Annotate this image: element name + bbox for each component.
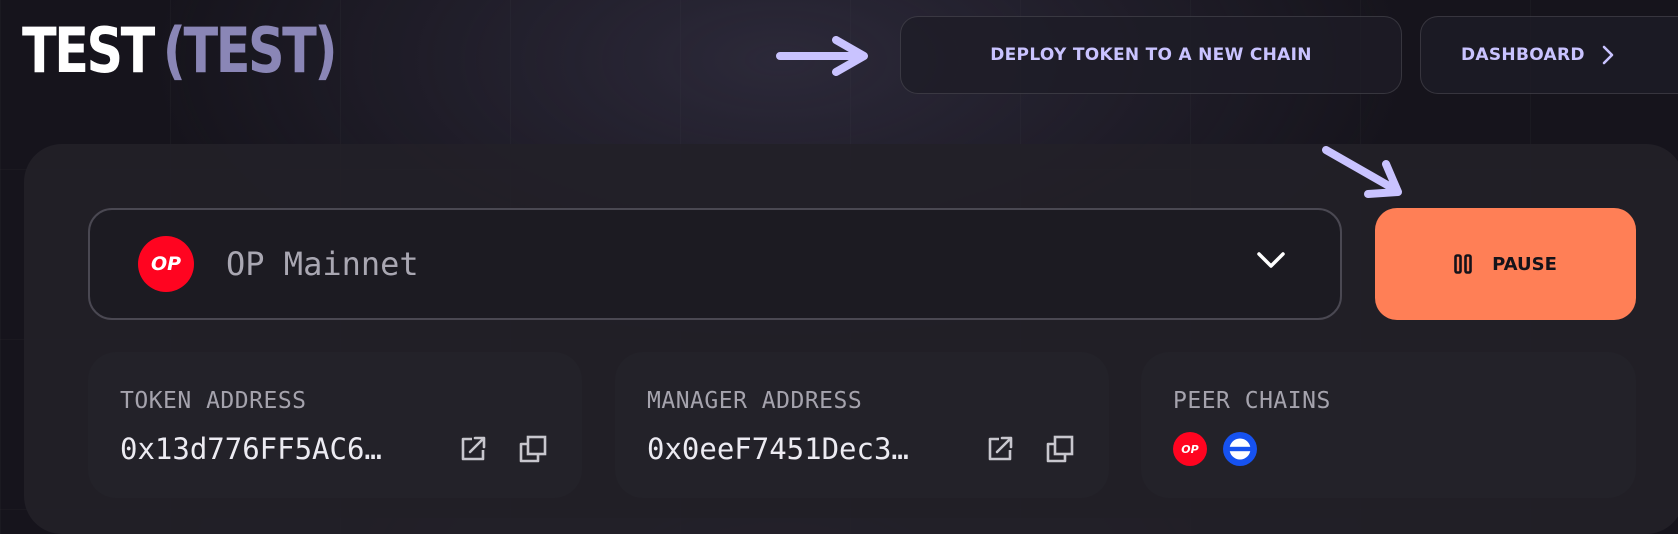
chevron-right-icon bbox=[1601, 44, 1615, 66]
token-name: TEST bbox=[22, 14, 155, 87]
arrow-down-right-icon bbox=[1322, 146, 1402, 198]
peer-chains-card: PEER CHAINS OP bbox=[1141, 352, 1636, 498]
token-title: TEST (TEST) bbox=[22, 14, 338, 88]
base-chain-icon[interactable] bbox=[1223, 432, 1257, 466]
external-link-icon[interactable] bbox=[456, 432, 490, 466]
dashboard-label: DASHBOARD bbox=[1461, 45, 1585, 65]
manager-address-value: 0x0eeF7451Dec3… bbox=[647, 432, 909, 466]
pause-icon bbox=[1454, 254, 1472, 274]
copy-icon[interactable] bbox=[1043, 432, 1077, 466]
chevron-down-icon bbox=[1256, 250, 1286, 274]
peer-chain-list: OP bbox=[1173, 432, 1636, 466]
copy-icon[interactable] bbox=[516, 432, 550, 466]
token-symbol: (TEST) bbox=[162, 14, 338, 87]
peer-chains-label: PEER CHAINS bbox=[1173, 388, 1331, 414]
dashboard-button[interactable]: DASHBOARD bbox=[1420, 16, 1678, 94]
arrow-right-icon bbox=[776, 36, 868, 76]
token-address-value: 0x13d776FF5AC6… bbox=[120, 432, 382, 466]
selected-chain-name: OP Mainnet bbox=[226, 245, 419, 283]
manager-address-card: MANAGER ADDRESS 0x0eeF7451Dec3… bbox=[615, 352, 1109, 498]
op-mainnet-icon[interactable]: OP bbox=[1173, 432, 1207, 466]
token-address-label: TOKEN ADDRESS bbox=[120, 388, 307, 414]
deploy-token-label: DEPLOY TOKEN TO A NEW CHAIN bbox=[990, 45, 1312, 65]
token-address-card: TOKEN ADDRESS 0x13d776FF5AC6… bbox=[88, 352, 582, 498]
deploy-token-button[interactable]: DEPLOY TOKEN TO A NEW CHAIN bbox=[900, 16, 1402, 94]
external-link-icon[interactable] bbox=[983, 432, 1017, 466]
op-mainnet-icon: OP bbox=[138, 236, 194, 292]
manager-address-label: MANAGER ADDRESS bbox=[647, 388, 863, 414]
pause-button[interactable]: PAUSE bbox=[1375, 208, 1636, 320]
chain-selector[interactable]: OP OP Mainnet bbox=[88, 208, 1342, 320]
pause-label: PAUSE bbox=[1492, 253, 1557, 275]
